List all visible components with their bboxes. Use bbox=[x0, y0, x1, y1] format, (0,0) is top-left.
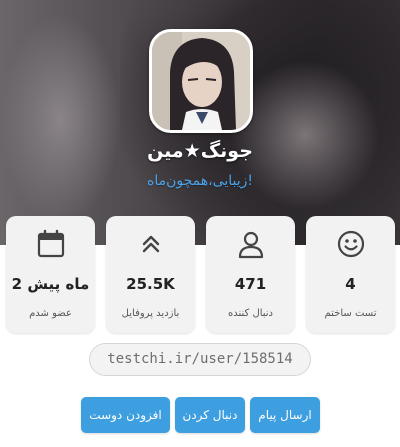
stat-value: 471 bbox=[234, 275, 267, 293]
bio-text: زیبایی،همچون‌ماه! bbox=[147, 173, 253, 189]
stats-row: 4 تست ساختم 471 دنبال کننده 25.5K بازدید… bbox=[5, 216, 397, 333]
stat-card-views[interactable]: 25.5K بازدید پروفایل bbox=[106, 216, 195, 333]
add-friend-button[interactable]: افزودن دوست bbox=[81, 397, 170, 433]
calendar-icon bbox=[6, 228, 95, 260]
stat-card-joined[interactable]: 2 ماه پیش عضو شدم bbox=[6, 216, 95, 333]
user-icon bbox=[206, 228, 295, 260]
stat-value: 2 ماه پیش bbox=[11, 275, 90, 293]
profile-url[interactable]: testchi.ir/user/158514 bbox=[89, 343, 311, 376]
stat-label: دنبال کننده bbox=[227, 308, 274, 319]
follow-button[interactable]: دنبال کردن bbox=[175, 397, 245, 433]
stat-value: 25.5K bbox=[126, 275, 175, 293]
send-message-button[interactable]: ارسال پیام bbox=[250, 397, 320, 433]
stat-label: عضو شدم bbox=[29, 308, 72, 319]
double-chevron-up-icon bbox=[106, 228, 195, 260]
username: جونگ★مین bbox=[147, 140, 253, 162]
stat-card-tests[interactable]: 4 تست ساختم bbox=[306, 216, 395, 333]
stat-label: تست ساختم bbox=[324, 308, 377, 319]
stat-label: بازدید پروفایل bbox=[121, 308, 180, 319]
smiley-icon bbox=[306, 228, 395, 260]
avatar[interactable] bbox=[149, 29, 253, 133]
stat-value: 4 bbox=[345, 275, 356, 293]
stat-card-followers[interactable]: 471 دنبال کننده bbox=[206, 216, 295, 333]
